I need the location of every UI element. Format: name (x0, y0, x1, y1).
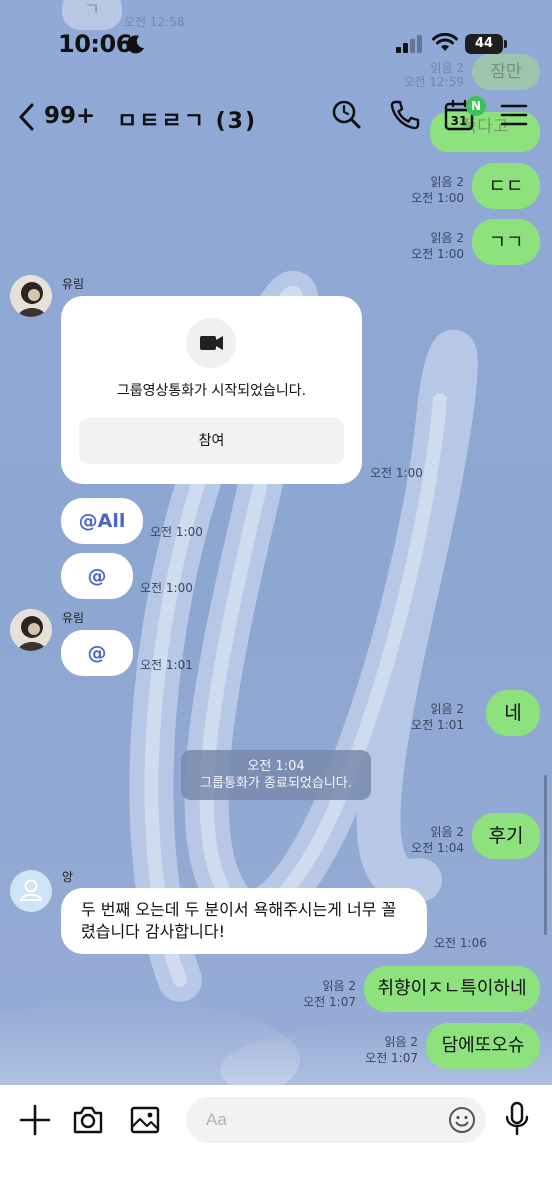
video-icon-circle (186, 318, 236, 368)
avatar[interactable] (10, 609, 52, 651)
chat-scrollbar[interactable] (544, 775, 547, 935)
profile-photo (10, 609, 52, 651)
signal-icon (396, 35, 422, 53)
moon-icon (126, 35, 144, 54)
camera-icon[interactable] (71, 1103, 105, 1137)
sender-name: 앙 (62, 870, 74, 884)
video-camera-icon (200, 336, 223, 350)
wifi-icon (432, 33, 458, 51)
message-time: 오전 1:07 (303, 995, 356, 1009)
image-icon[interactable] (128, 1103, 162, 1137)
read-receipt: 읽음 2 (430, 702, 464, 716)
message-text: 담에또오슈 (441, 1035, 525, 1056)
microphone-icon[interactable] (502, 1101, 532, 1137)
profile-photo (10, 275, 52, 317)
menu-icon[interactable] (498, 98, 530, 132)
other-message-bubble[interactable]: @ (61, 630, 133, 676)
join-call-button[interactable]: 참여 (79, 418, 344, 464)
unread-count[interactable]: 99+ (44, 103, 95, 129)
other-message-bubble[interactable]: @All (61, 498, 143, 544)
sender-name: 유림 (62, 277, 85, 291)
message-time: 오전 1:01 (411, 718, 464, 732)
my-message-bubble[interactable]: 후기 (472, 813, 540, 859)
my-message-bubble[interactable]: 네 (486, 690, 540, 736)
message-line-1: 두 번째 오는데 두 분이서 욕해주시는게 너무 꼴 (81, 900, 397, 919)
mention-text[interactable]: @ (88, 642, 107, 664)
plus-icon[interactable] (18, 1103, 52, 1137)
message-time: 오전 1:04 (411, 841, 464, 855)
read-receipt: 읽음 2 (322, 979, 356, 993)
my-message-bubble[interactable]: ㄷㄷ (472, 163, 540, 209)
message-time: 오전 1:00 (140, 581, 193, 595)
message-text: ㄱㄱ (488, 231, 524, 253)
back-chevron-icon[interactable] (16, 102, 38, 132)
calendar-day: 31 (451, 114, 468, 128)
emoji-icon[interactable] (448, 1106, 476, 1134)
message-time: 오전 1:07 (365, 1051, 418, 1065)
battery-level: 44 (474, 36, 494, 51)
mention-text[interactable]: @ (88, 565, 107, 587)
read-receipt: 읽음 2 (430, 231, 464, 245)
my-message-bubble[interactable]: 취향이ㅈㄴ특이하네 (364, 966, 540, 1012)
system-text: 그룹통화가 종료되었습니다. (200, 776, 352, 791)
sender-name: 유림 (62, 611, 85, 625)
message-line-2: 렸습니다 감사합니다! (81, 922, 225, 941)
chat-title[interactable]: ㅁㅌㄹㄱ (3) (117, 103, 257, 135)
message-time: 오전 1:06 (434, 936, 487, 950)
read-receipt: 읽음 2 (384, 1035, 418, 1049)
message-text: 취향이ㅈㄴ특이하네 (377, 978, 527, 999)
chat-header: 99+ ㅁㅌㄹㄱ (3) 31 (0, 88, 552, 144)
battery-icon: 44 (465, 34, 503, 54)
mention-text[interactable]: @All (79, 510, 126, 532)
other-message-bubble[interactable]: 두 번째 오는데 두 분이서 욕해주시는게 너무 꼴 렸습니다 감사합니다! (61, 888, 427, 954)
message-text: 네 (504, 702, 522, 724)
read-receipt: 읽음 2 (430, 175, 464, 189)
my-message-bubble[interactable]: 담에또오슈 (426, 1023, 540, 1069)
calendar-new-badge: N (466, 96, 486, 116)
avatar[interactable] (10, 275, 52, 317)
avatar[interactable] (10, 870, 52, 912)
system-time: 오전 1:04 (247, 759, 305, 774)
message-time: 오전 1:00 (370, 466, 423, 480)
message-time: 오전 1:00 (150, 525, 203, 539)
system-notice: 오전 1:04 그룹통화가 종료되었습니다. (181, 750, 371, 800)
status-bar: 10:06 44 (0, 0, 552, 88)
battery-tip (504, 40, 507, 48)
message-text: 후기 (488, 825, 524, 847)
phone-icon[interactable] (388, 98, 420, 132)
search-icon[interactable] (331, 98, 363, 132)
message-text: ㄷㄷ (488, 175, 524, 197)
video-call-card: 그룹영상통화가 시작되었습니다. 참여 (61, 296, 362, 484)
read-receipt: 읽음 2 (430, 825, 464, 839)
message-time: 오전 1:00 (411, 247, 464, 261)
my-message-bubble[interactable]: ㄱㄱ (472, 219, 540, 265)
other-message-bubble[interactable]: @ (61, 553, 133, 599)
message-time: 오전 1:00 (411, 191, 464, 205)
message-time: 오전 1:01 (140, 658, 193, 672)
status-time: 10:06 (58, 30, 132, 58)
video-call-text: 그룹영상통화가 시작되었습니다. (116, 383, 307, 399)
message-input[interactable] (186, 1097, 486, 1143)
message-input-bar (0, 1085, 552, 1200)
person-icon (20, 879, 42, 901)
